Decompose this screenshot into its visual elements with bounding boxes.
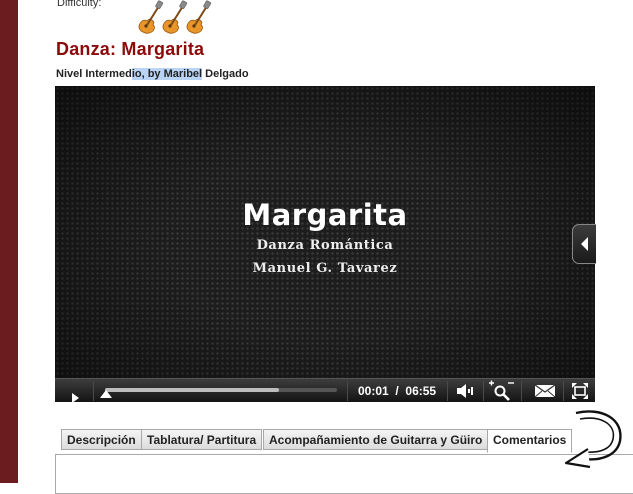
- guitar-icon: [138, 0, 165, 34]
- lesson-subtitle: Nivel Intermedio, by Maribel Delgado: [56, 68, 249, 80]
- subtitle-text-start: Nivel Intermed: [56, 68, 132, 80]
- control-separator: [347, 381, 348, 401]
- volume-icon[interactable]: [455, 383, 477, 399]
- side-panel-toggle[interactable]: [572, 224, 596, 264]
- guitar-icon: [162, 0, 189, 34]
- control-separator: [447, 381, 448, 401]
- video-title: Margarita: [242, 198, 408, 232]
- play-icon[interactable]: [71, 386, 81, 410]
- guitar-icon: [186, 0, 213, 34]
- tab-descripcion[interactable]: Descripción: [61, 429, 142, 450]
- zoom-icon[interactable]: [488, 379, 516, 401]
- control-separator: [93, 381, 94, 401]
- left-sidebar-strip: [0, 0, 18, 483]
- seek-handle[interactable]: [99, 390, 112, 398]
- control-separator: [563, 381, 564, 401]
- fullscreen-icon[interactable]: [572, 383, 588, 399]
- video-control-bar: 00:01 / 06:55: [55, 378, 595, 403]
- current-time: 00:01: [358, 384, 389, 398]
- video-subtitle-genre: Danza Romántica: [256, 238, 394, 253]
- email-icon[interactable]: [534, 384, 556, 398]
- video-player[interactable]: Margarita Danza Romántica Manuel G. Tava…: [55, 86, 595, 402]
- control-separator: [483, 381, 484, 401]
- subtitle-selection-highlight: io, by Maribel: [131, 68, 203, 80]
- side-panel-arrow-icon: [581, 237, 588, 251]
- seek-bar[interactable]: [105, 388, 337, 392]
- difficulty-label: Difficulty:: [57, 0, 102, 9]
- seek-bar-buffered: [105, 388, 279, 392]
- control-separator: [521, 381, 522, 401]
- video-subtitle-composer: Manuel G. Tavarez: [252, 261, 398, 276]
- subtitle-text-end: Delgado: [202, 68, 249, 80]
- time-separator: /: [395, 384, 399, 398]
- duration: 06:55: [405, 384, 437, 398]
- difficulty-rating: [138, 0, 213, 34]
- lesson-title: Danza: Margarita: [56, 39, 205, 59]
- time-display: 00:01 / 06:55: [358, 384, 436, 398]
- tab-acompanamiento[interactable]: Acompañamiento de Guitarra y Güiro: [263, 429, 489, 450]
- tab-content-panel: [55, 454, 633, 494]
- tab-tablatura-partitura[interactable]: Tablatura/ Partitura: [141, 429, 263, 450]
- curved-arrow-icon: [564, 410, 622, 469]
- tab-comentarios[interactable]: Comentarios: [487, 429, 573, 453]
